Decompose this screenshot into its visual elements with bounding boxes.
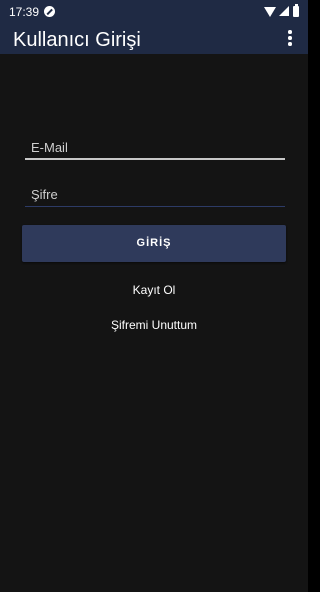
battery-icon — [293, 4, 299, 17]
page-title: Kullanıcı Girişi — [13, 29, 141, 51]
more-vert-icon[interactable] — [280, 28, 300, 48]
status-time: 17:39 — [9, 5, 40, 19]
wifi-icon — [264, 7, 276, 17]
email-underline — [25, 158, 285, 160]
app-bar: Kullanıcı Girişi — [0, 25, 308, 54]
password-field[interactable] — [25, 183, 285, 205]
email-field-container — [25, 136, 285, 160]
forgot-password-link[interactable]: Şifremi Unuttum — [0, 318, 308, 332]
password-field-container — [25, 183, 285, 207]
register-link[interactable]: Kayıt Ol — [0, 283, 308, 297]
email-field[interactable] — [25, 136, 285, 158]
login-button[interactable]: GİRİŞ — [22, 225, 286, 262]
signal-icon — [279, 6, 289, 16]
login-screen: 17:39 Kullanıcı Girişi GİRİŞ Kayıt Ol Şi… — [0, 0, 308, 592]
status-bar: 17:39 — [0, 0, 308, 25]
do-not-disturb-icon — [44, 6, 55, 17]
password-underline — [25, 206, 285, 207]
